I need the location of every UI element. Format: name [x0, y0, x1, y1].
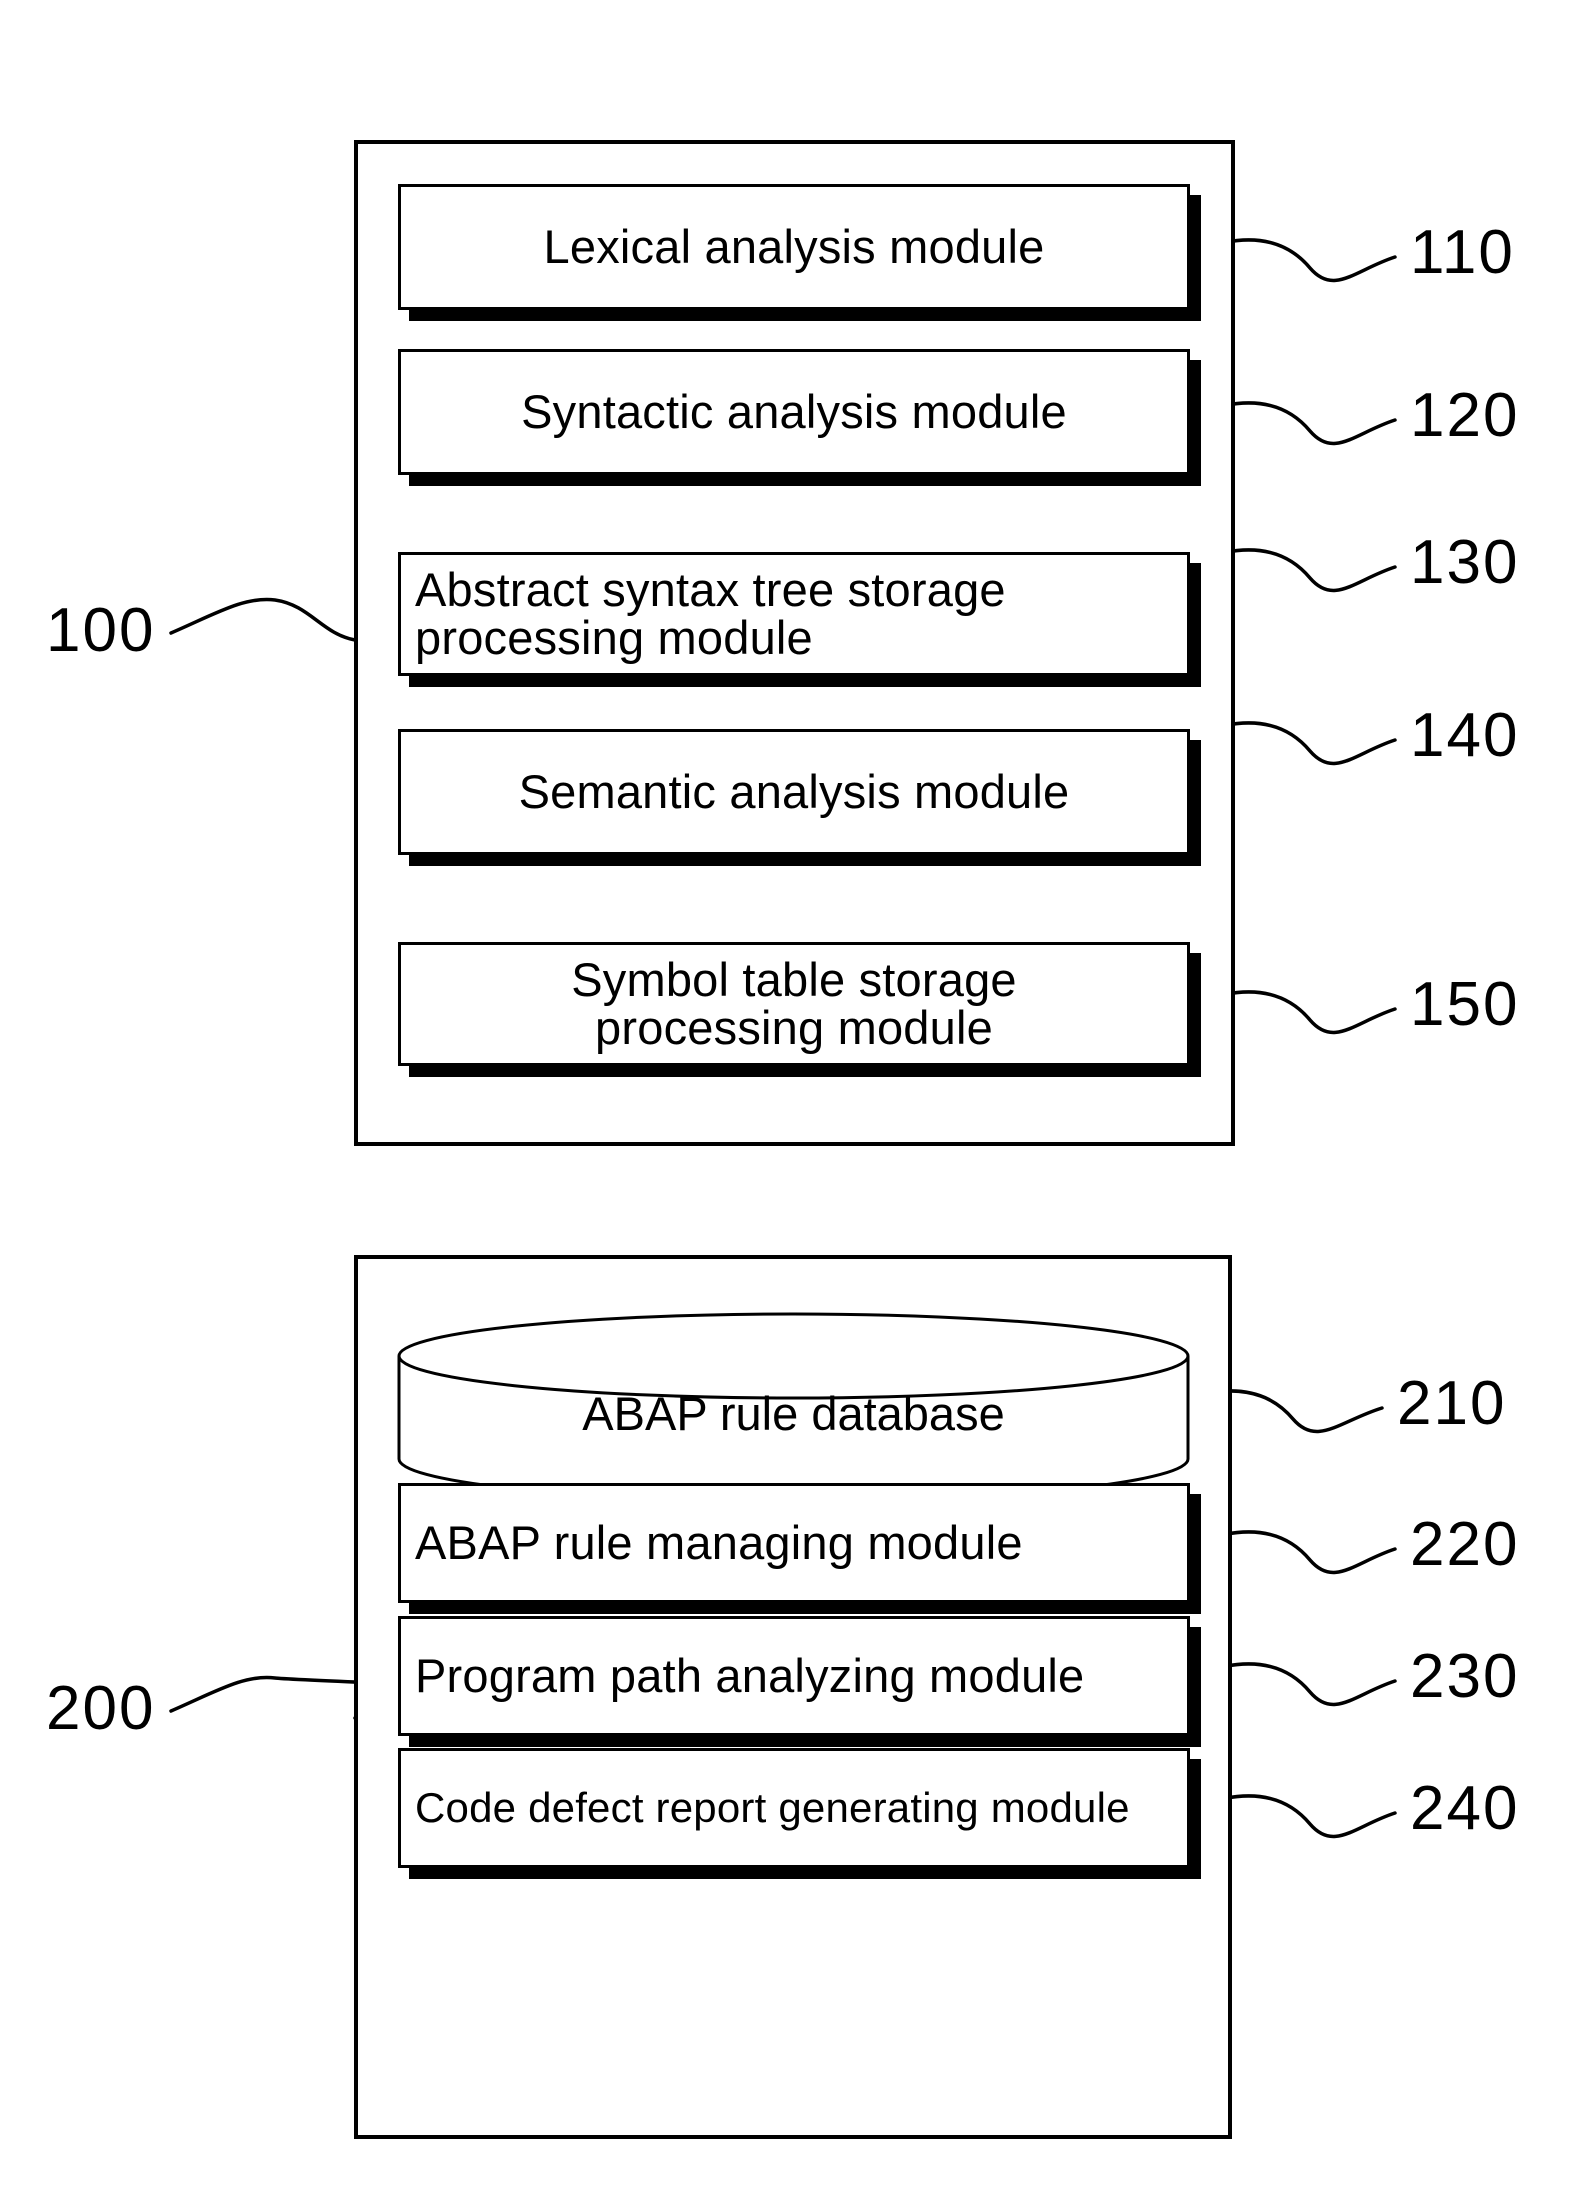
syntactic-analysis-module[interactable]: Syntactic analysis module	[398, 349, 1190, 475]
code-defect-report-generating-module-label: Code defect report generating module	[415, 1783, 1130, 1831]
ref-numeral-110: 110	[1410, 218, 1515, 287]
ref-numeral-200: 200	[46, 1674, 156, 1743]
abap-rule-database-label: ABAP rule database	[582, 1386, 1005, 1440]
ref-numeral-120: 120	[1410, 381, 1520, 450]
patent-figure: Lexical analysis module Syntactic analys…	[0, 0, 1594, 2188]
syntactic-analysis-module-label: Syntactic analysis module	[521, 385, 1067, 439]
program-path-analyzing-module-label: Program path analyzing module	[415, 1649, 1085, 1703]
ref-numeral-240: 240	[1410, 1774, 1520, 1843]
ast-storage-processing-module[interactable]: Abstract syntax tree storage processing …	[398, 552, 1190, 676]
lexical-analysis-module-label: Lexical analysis module	[543, 220, 1045, 274]
ref-numeral-140: 140	[1410, 701, 1520, 770]
semantic-analysis-module-label: Semantic analysis module	[518, 765, 1070, 819]
ref-numeral-210: 210	[1397, 1369, 1507, 1438]
lexical-analysis-module[interactable]: Lexical analysis module	[398, 184, 1190, 310]
code-defect-report-generating-module[interactable]: Code defect report generating module	[398, 1748, 1190, 1868]
abap-rule-managing-module[interactable]: ABAP rule managing module	[398, 1483, 1190, 1603]
ref-numeral-100: 100	[46, 596, 156, 665]
ast-storage-processing-module-label: Abstract syntax tree storage processing …	[415, 563, 1006, 664]
program-path-analyzing-module[interactable]: Program path analyzing module	[398, 1616, 1190, 1736]
abap-rule-managing-module-label: ABAP rule managing module	[415, 1516, 1023, 1570]
abap-rule-database[interactable]: ABAP rule database	[396, 1311, 1191, 1504]
ref-numeral-230: 230	[1410, 1642, 1520, 1711]
ref-numeral-150: 150	[1410, 970, 1520, 1039]
symbol-table-storage-processing-module-label: Symbol table storage processing module	[571, 953, 1017, 1054]
ref-numeral-220: 220	[1410, 1510, 1520, 1579]
symbol-table-storage-processing-module[interactable]: Symbol table storage processing module	[398, 942, 1190, 1066]
leader-line-100	[169, 597, 357, 642]
ref-numeral-130: 130	[1410, 528, 1520, 597]
semantic-analysis-module[interactable]: Semantic analysis module	[398, 729, 1190, 855]
